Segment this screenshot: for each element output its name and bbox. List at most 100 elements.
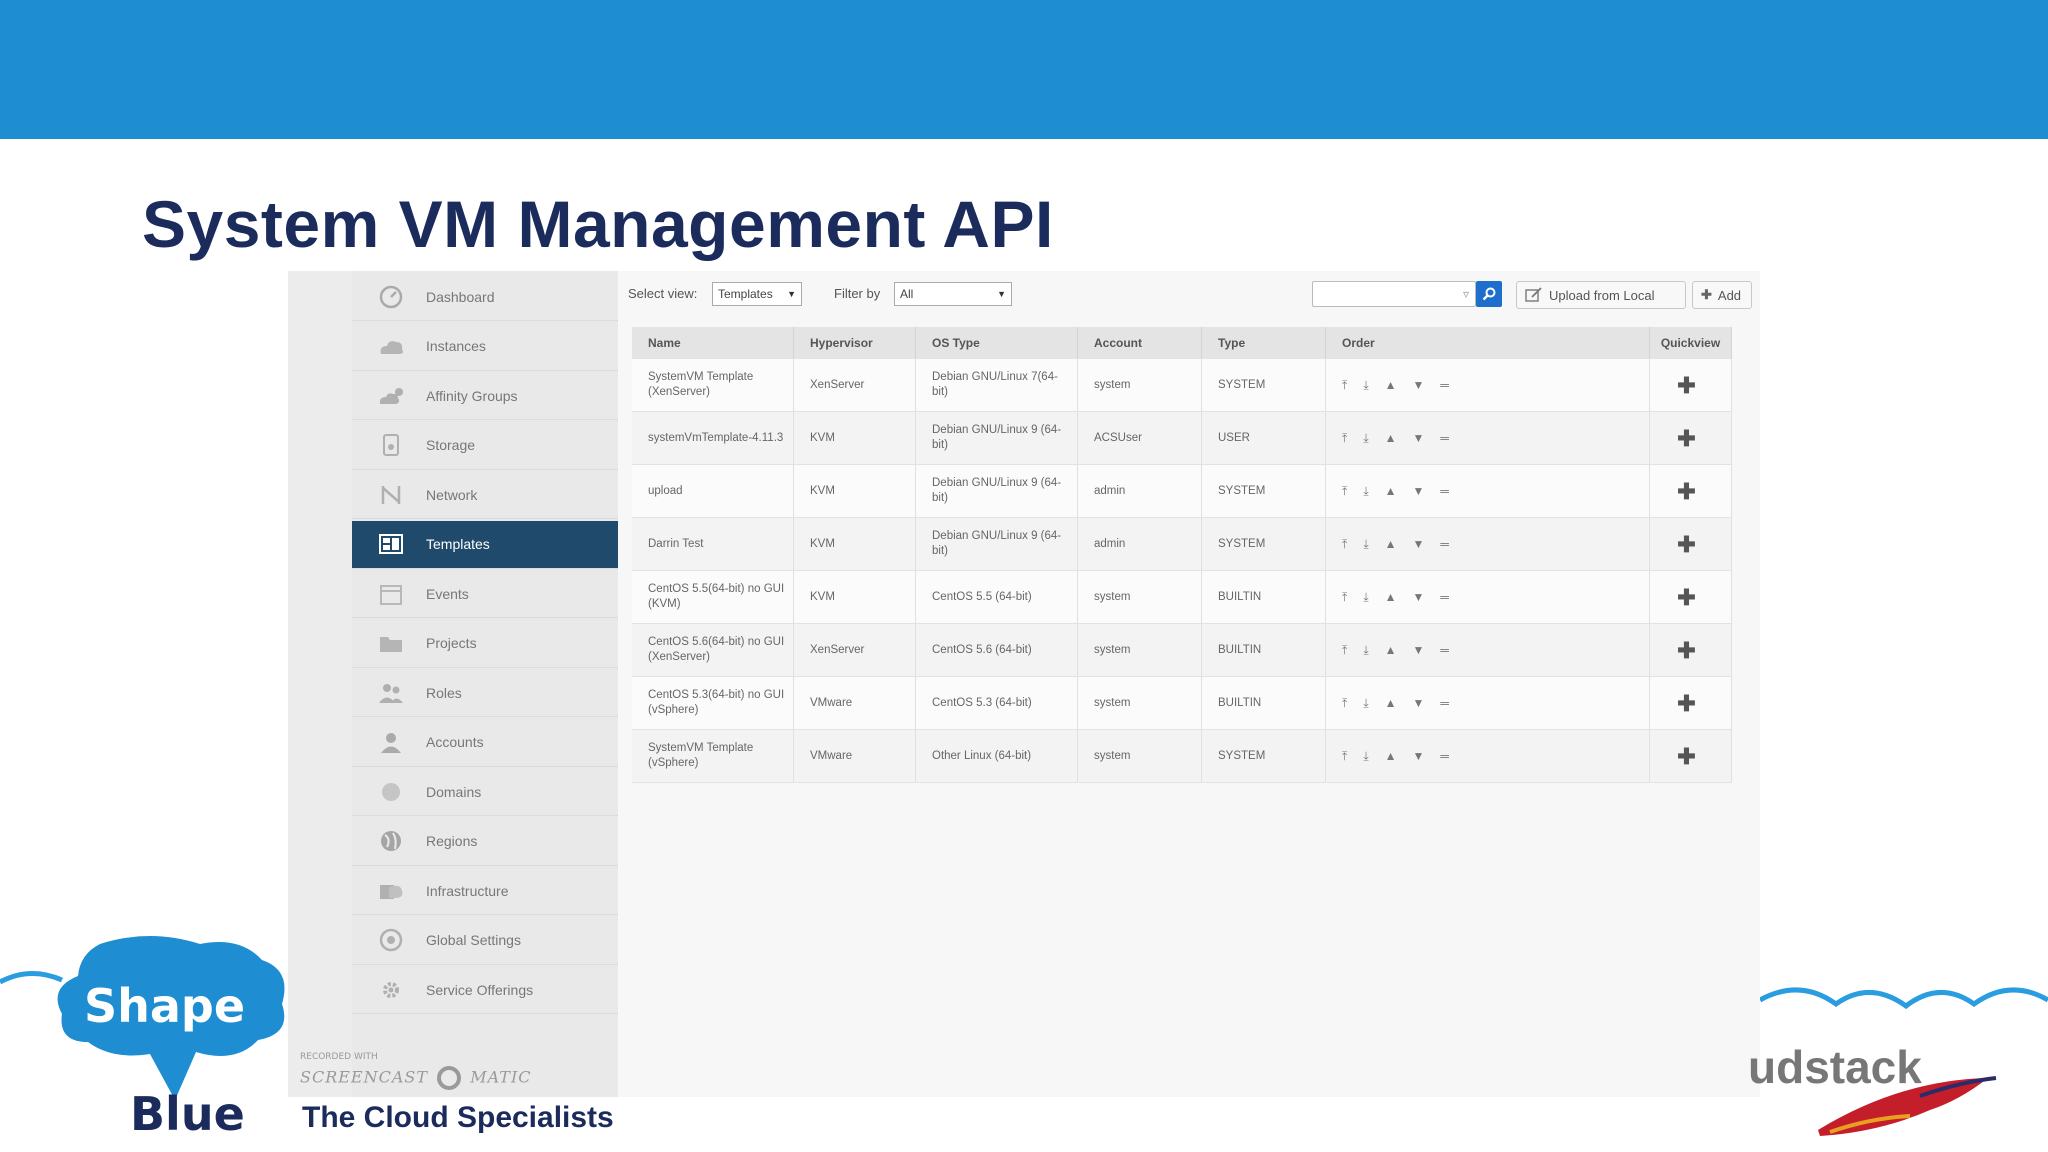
move-top-icon[interactable]: ⤒ [1342, 484, 1347, 499]
table-row[interactable]: CentOS 5.5(64-bit) no GUI (KVM) KVM CentOS… [632, 571, 1732, 624]
drag-handle-icon[interactable]: ═ [1440, 749, 1449, 764]
move-up-icon[interactable]: ▲ [1385, 431, 1397, 446]
quickview-plus-icon[interactable]: ✚ [1677, 692, 1695, 714]
table-row[interactable]: SystemVM Template (vSphere) VMware Other L… [632, 730, 1732, 783]
drag-handle-icon[interactable]: ═ [1440, 537, 1449, 552]
cell-name[interactable]: CentOS 5.5(64-bit) no GUI (KVM) [632, 571, 794, 623]
cell-name[interactable]: CentOS 5.6(64-bit) no GUI (XenServer) [632, 624, 794, 676]
move-down-icon[interactable]: ▼ [1413, 590, 1425, 605]
move-up-icon[interactable]: ▲ [1385, 643, 1397, 658]
quickview-plus-icon[interactable]: ✚ [1677, 639, 1695, 661]
add-button[interactable]: ✚ Add [1692, 281, 1752, 309]
move-bottom-icon[interactable]: ⤓ [1363, 749, 1368, 764]
move-bottom-icon[interactable]: ⤓ [1363, 378, 1368, 393]
drag-handle-icon[interactable]: ═ [1440, 643, 1449, 658]
sidebar-item-regions[interactable]: Regions [352, 818, 618, 866]
sidebar-item-events[interactable]: Events [352, 570, 618, 618]
sidebar-item-dashboard[interactable]: Dashboard [352, 273, 618, 321]
sidebar-item-projects[interactable]: Projects [352, 620, 618, 668]
move-down-icon[interactable]: ▼ [1413, 484, 1425, 499]
move-top-icon[interactable]: ⤒ [1342, 749, 1347, 764]
move-top-icon[interactable]: ⤒ [1342, 696, 1347, 711]
move-top-icon[interactable]: ⤒ [1342, 643, 1347, 658]
quickview-plus-icon[interactable]: ✚ [1677, 427, 1695, 449]
sidebar-item-network[interactable]: Network [352, 471, 618, 519]
sidebar-item-label: Accounts [426, 734, 484, 750]
sidebar-item-roles[interactable]: Roles [352, 669, 618, 717]
cell-account: admin [1078, 518, 1202, 570]
upload-from-local-button[interactable]: Upload from Local [1516, 281, 1686, 309]
sidebar-item-label: Roles [426, 684, 462, 701]
table-row[interactable]: CentOS 5.6(64-bit) no GUI (XenServer) Xen… [632, 624, 1732, 677]
sidebar-item-storage[interactable]: Storage [352, 422, 618, 470]
cell-name[interactable]: systemVmTemplate-4.11.3 [632, 412, 794, 464]
move-bottom-icon[interactable]: ⤓ [1363, 484, 1368, 499]
filter-dropdown[interactable]: All ▼ [894, 282, 1012, 306]
move-down-icon[interactable]: ▼ [1413, 749, 1425, 764]
drag-handle-icon[interactable]: ═ [1440, 431, 1449, 446]
move-bottom-icon[interactable]: ⤓ [1363, 696, 1368, 711]
move-up-icon[interactable]: ▲ [1385, 378, 1397, 393]
cell-name[interactable]: SystemVM Template (XenServer) [632, 359, 794, 411]
move-top-icon[interactable]: ⤒ [1342, 378, 1347, 393]
cell-os-type: Debian GNU/Linux 9 (64-bit) [916, 465, 1078, 517]
watermark-recorded: RECORDED WITH [300, 1052, 378, 1062]
search-input[interactable]: ▿ [1312, 281, 1476, 307]
table-row[interactable]: systemVmTemplate-4.11.3 KVM Debian GNU/Lin… [632, 412, 1732, 465]
sidebar-item-global-settings[interactable]: Global Settings [352, 917, 618, 965]
table-row[interactable]: CentOS 5.3(64-bit) no GUI (vSphere) VMwar… [632, 677, 1732, 730]
drag-handle-icon[interactable]: ═ [1440, 696, 1449, 711]
cell-name[interactable]: CentOS 5.3(64-bit) no GUI (vSphere) [632, 677, 794, 729]
cell-name[interactable]: SystemVM Template (vSphere) [632, 730, 794, 782]
cell-type: USER [1202, 412, 1326, 464]
move-bottom-icon[interactable]: ⤓ [1363, 431, 1368, 446]
logo-shape-text: Shape [84, 979, 245, 1033]
sidebar-item-affinity-groups[interactable]: Affinity Groups [352, 372, 618, 420]
storage-icon [376, 432, 406, 458]
sidebar-item-instances[interactable]: Instances [352, 323, 618, 371]
sidebar-item-service-offerings[interactable]: Service Offerings [352, 966, 618, 1014]
move-top-icon[interactable]: ⤒ [1342, 431, 1347, 446]
header-type[interactable]: Type [1202, 327, 1326, 359]
drag-handle-icon[interactable]: ═ [1440, 590, 1449, 605]
header-name[interactable]: Name [632, 327, 794, 359]
move-up-icon[interactable]: ▲ [1385, 590, 1397, 605]
move-up-icon[interactable]: ▲ [1385, 696, 1397, 711]
drag-handle-icon[interactable]: ═ [1440, 378, 1449, 393]
move-up-icon[interactable]: ▲ [1385, 484, 1397, 499]
search-button[interactable] [1476, 281, 1502, 307]
sidebar-item-domains[interactable]: Domains [352, 768, 618, 816]
move-down-icon[interactable]: ▼ [1413, 537, 1425, 552]
move-down-icon[interactable]: ▼ [1413, 696, 1425, 711]
quickview-plus-icon[interactable]: ✚ [1677, 586, 1695, 608]
select-view-dropdown[interactable]: Templates ▼ [712, 282, 802, 306]
quickview-plus-icon[interactable]: ✚ [1677, 480, 1695, 502]
move-down-icon[interactable]: ▼ [1413, 431, 1425, 446]
quickview-plus-icon[interactable]: ✚ [1677, 745, 1695, 767]
move-bottom-icon[interactable]: ⤓ [1363, 537, 1368, 552]
table-row[interactable]: SystemVM Template (XenServer) XenServer De… [632, 359, 1732, 412]
move-bottom-icon[interactable]: ⤓ [1363, 643, 1368, 658]
cell-quickview: ✚ [1650, 359, 1732, 411]
drag-handle-icon[interactable]: ═ [1440, 484, 1449, 499]
cell-name[interactable]: upload [632, 465, 794, 517]
table-row[interactable]: upload KVM Debian GNU/Linux 9 (64-bit) admi… [632, 465, 1732, 518]
move-down-icon[interactable]: ▼ [1413, 643, 1425, 658]
move-bottom-icon[interactable]: ⤓ [1363, 590, 1368, 605]
move-up-icon[interactable]: ▲ [1385, 749, 1397, 764]
header-os-type[interactable]: OS Type [916, 327, 1078, 359]
header-hypervisor[interactable]: Hypervisor [794, 327, 916, 359]
cell-type: SYSTEM [1202, 465, 1326, 517]
table-row[interactable]: Darrin Test KVM Debian GNU/Linux 9 (64-bit… [632, 518, 1732, 571]
quickview-plus-icon[interactable]: ✚ [1677, 374, 1695, 396]
move-up-icon[interactable]: ▲ [1385, 537, 1397, 552]
sidebar-item-infrastructure[interactable]: Infrastructure [352, 867, 618, 915]
sidebar-item-templates[interactable]: Templates [352, 520, 618, 569]
cell-name[interactable]: Darrin Test [632, 518, 794, 570]
move-top-icon[interactable]: ⤒ [1342, 537, 1347, 552]
header-account[interactable]: Account [1078, 327, 1202, 359]
move-top-icon[interactable]: ⤒ [1342, 590, 1347, 605]
sidebar-item-accounts[interactable]: Accounts [352, 719, 618, 767]
quickview-plus-icon[interactable]: ✚ [1677, 533, 1695, 555]
move-down-icon[interactable]: ▼ [1413, 378, 1425, 393]
